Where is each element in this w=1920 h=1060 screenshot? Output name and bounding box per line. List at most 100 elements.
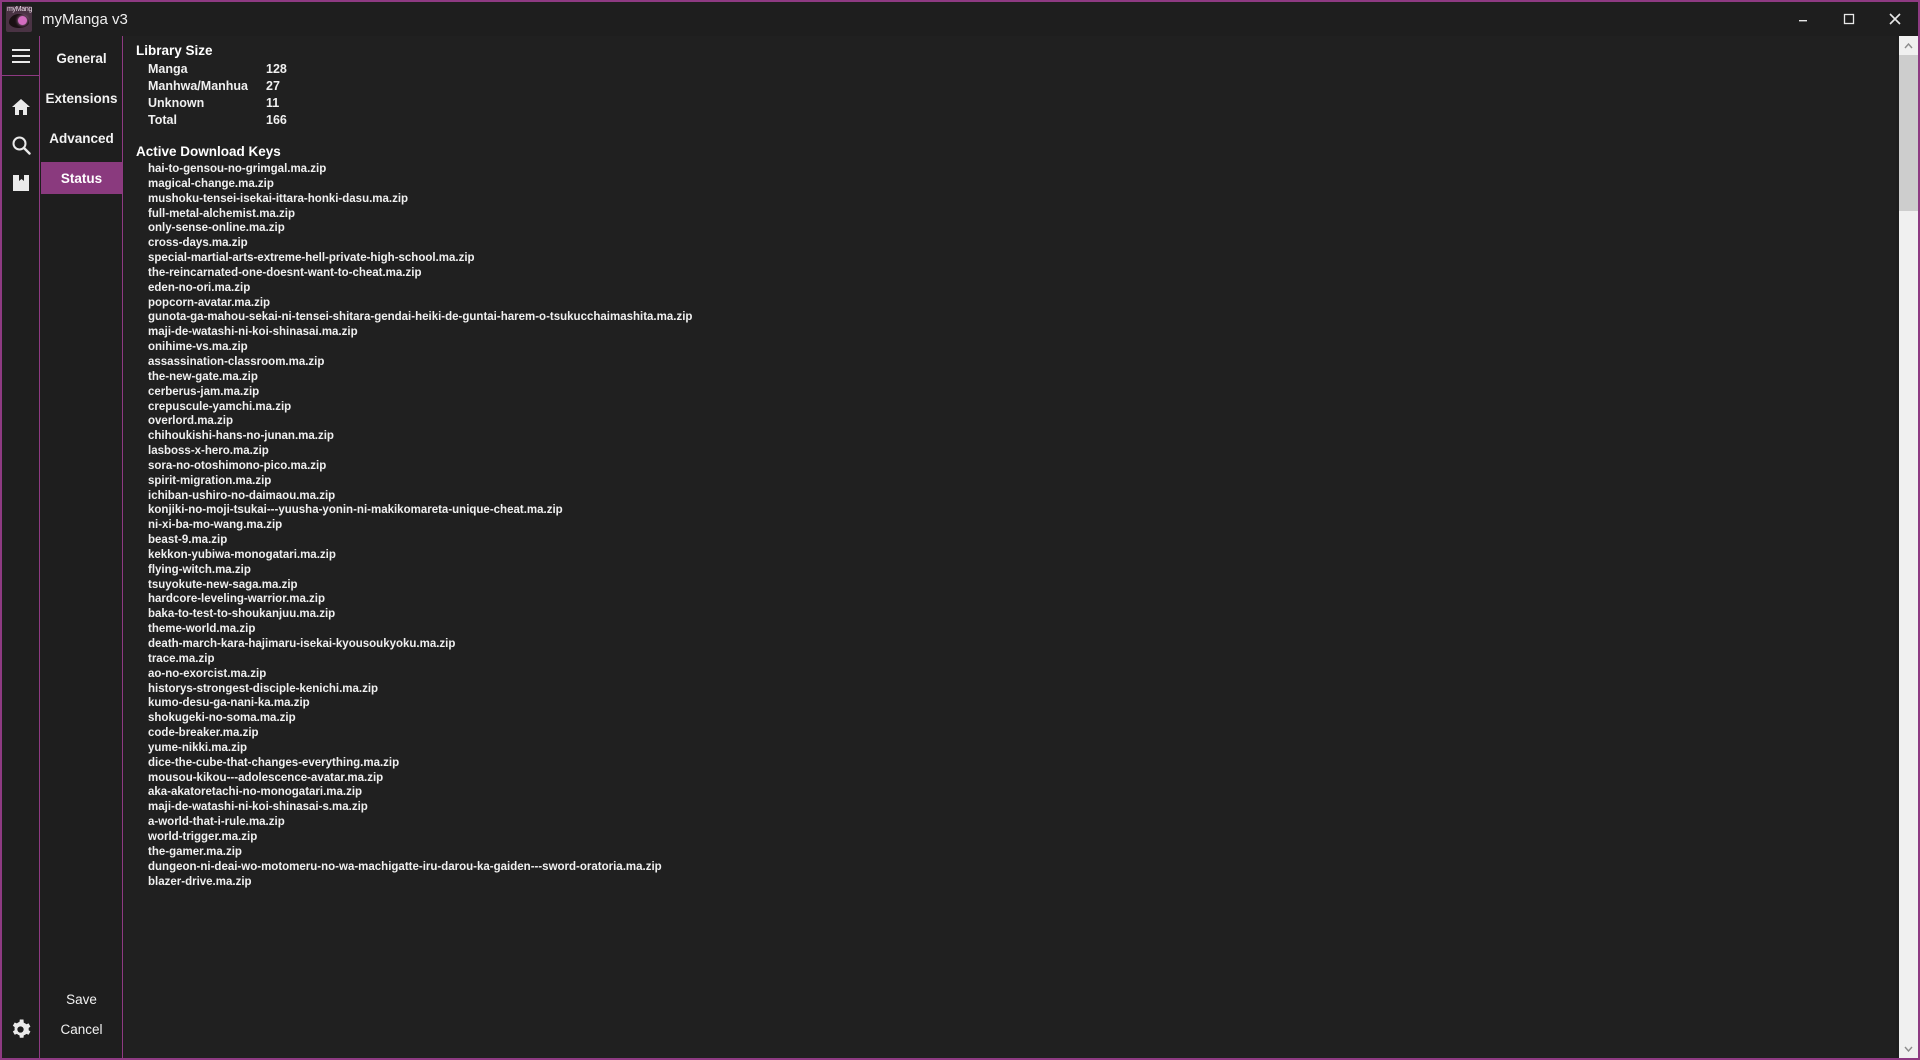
list-item: historys-strongest-disciple-kenichi.ma.z… [148,682,379,695]
table-row: Unknown 11 [148,95,287,112]
close-button[interactable] [1872,3,1918,35]
rail-bottom-group [2,1010,39,1048]
list-item: ao-no-exorcist.ma.zip [148,667,267,680]
logo-pupil-shape [18,16,27,25]
save-button[interactable]: Save [41,984,122,1014]
list-item: tsuyokute-new-saga.ma.zip [148,578,298,591]
library-row-label: Manhwa/Manhua [148,79,249,93]
list-item: sora-no-otoshimono-pico.ma.zip [148,459,327,472]
maximize-button[interactable] [1826,3,1872,35]
maximize-icon [1843,13,1855,25]
scroll-up-button[interactable] [1899,36,1918,55]
list-item: blazer-drive.ma.zip [148,875,252,888]
list-item: trace.ma.zip [148,652,215,665]
gear-icon [12,1019,31,1038]
library-size-table: Manga 128 Manhwa/Manhua 27 Unknown 11 To… [148,61,287,129]
home-icon [11,98,30,115]
list-item: mousou-kikou---adolescence-avatar.ma.zip [148,771,384,784]
tab-general-label: General [56,50,107,66]
settings-button[interactable] [2,1010,39,1048]
list-item: baka-to-test-to-shoukanjuu.ma.zip [148,608,336,621]
list-item: code-breaker.ma.zip [148,727,259,740]
sidebar-item-menu[interactable] [2,36,39,76]
list-item: shokugeki-no-soma.ma.zip [148,712,296,725]
library-row-value: 11 [266,96,280,110]
list-item: overlord.ma.zip [148,415,233,428]
status-panel: Library Size Manga 128 Manhwa/Manhua 27 … [124,36,1896,1058]
list-item: special-martial-arts-extreme-hell-privat… [148,252,475,265]
icon-rail [2,36,40,1058]
window-title: myManga v3 [42,10,128,28]
bookmark-icon [12,174,29,191]
tab-extensions-label: Extensions [45,90,118,106]
cancel-button-label: Cancel [60,1021,103,1037]
cancel-button[interactable]: Cancel [41,1014,122,1044]
list-item: konjiki-no-moji-tsukai---yuusha-yonin-ni… [148,504,563,517]
close-icon [1889,13,1901,25]
chevron-down-icon [1904,1046,1913,1052]
list-item: beast-9.ma.zip [148,534,228,547]
vertical-scrollbar[interactable] [1898,36,1918,1058]
list-item: only-sense-online.ma.zip [148,222,285,235]
list-item: theme-world.ma.zip [148,623,256,636]
list-item: hai-to-gensou-no-grimgal.ma.zip [148,163,327,175]
logo-wordmark: myManga [7,6,32,13]
tab-advanced-label: Advanced [49,130,114,146]
list-item: gunota-ga-mahou-sekai-ni-tensei-shitara-… [148,311,693,324]
list-item: kekkon-yubiwa-monogatari.ma.zip [148,548,336,561]
tab-status[interactable]: Status [41,162,122,194]
list-item: maji-de-watashi-ni-koi-shinasai.ma.zip [148,326,358,339]
list-item: ni-xi-ba-mo-wang.ma.zip [148,519,283,532]
library-size-table-body: Manga 128 Manhwa/Manhua 27 Unknown 11 To… [148,61,287,129]
list-item: crepuscule-yamchi.ma.zip [148,400,292,413]
sidebar-item-library[interactable] [2,164,39,202]
list-item: dungeon-ni-deai-wo-motomeru-no-wa-machig… [148,860,662,873]
library-row-value: 166 [266,113,287,127]
list-item: mushoku-tensei-isekai-ittara-honki-dasu.… [148,192,409,205]
list-item: chihoukishi-hans-no-junan.ma.zip [148,430,334,443]
list-item: flying-witch.ma.zip [148,563,251,576]
tab-status-label: Status [60,170,103,186]
list-item: spirit-migration.ma.zip [148,474,272,487]
library-row-value: 128 [266,62,287,76]
active-download-keys-heading: Active Download Keys [136,144,281,159]
scrollbar-thumb[interactable] [1899,55,1918,211]
library-row-value: 27 [266,79,280,93]
rail-spacer [2,76,39,88]
list-item: hardcore-leveling-warrior.ma.zip [148,593,326,606]
tab-general[interactable]: General [41,42,122,74]
app-logo-icon: myManga [6,6,32,32]
list-item: the-new-gate.ma.zip [148,370,258,383]
list-item: cross-days.ma.zip [148,237,248,250]
list-item: lasboss-x-hero.ma.zip [148,445,269,458]
list-item: kumo-desu-ga-nani-ka.ma.zip [148,697,310,710]
list-item: eden-no-ori.ma.zip [148,281,251,294]
library-row-label: Manga [148,62,188,76]
list-item: the-reincarnated-one-doesnt-want-to-chea… [148,266,422,279]
list-item: full-metal-alchemist.ma.zip [148,207,295,220]
hamburger-menu-icon [11,48,30,63]
chevron-up-icon [1904,42,1913,48]
tab-advanced[interactable]: Advanced [41,122,122,154]
tabs-spacer [41,194,122,984]
tab-extensions[interactable]: Extensions [41,82,122,114]
minimize-icon [1799,20,1807,22]
list-item: magical-change.ma.zip [148,177,274,190]
list-item: death-march-kara-hajimaru-isekai-kyousou… [148,638,456,650]
title-bar[interactable]: myManga myManga v3 [2,2,1918,36]
list-item: yume-nikki.ma.zip [148,741,248,754]
minimize-button[interactable] [1780,3,1826,35]
sidebar-item-home[interactable] [2,88,39,126]
list-item: the-gamer.ma.zip [148,845,242,858]
list-item: dice-the-cube-that-changes-everything.ma… [148,756,400,769]
table-row: Total 166 [148,112,287,129]
table-row: Manhwa/Manhua 27 [148,78,287,95]
library-row-label: Total [148,113,177,127]
scroll-down-button[interactable] [1899,1039,1918,1058]
table-row: Manga 128 [148,61,287,78]
list-item: a-world-that-i-rule.ma.zip [148,816,285,829]
search-icon [12,136,31,155]
list-item: ichiban-ushiro-no-daimaou.ma.zip [148,489,336,502]
save-button-label: Save [66,991,97,1007]
sidebar-item-search[interactable] [2,126,39,164]
